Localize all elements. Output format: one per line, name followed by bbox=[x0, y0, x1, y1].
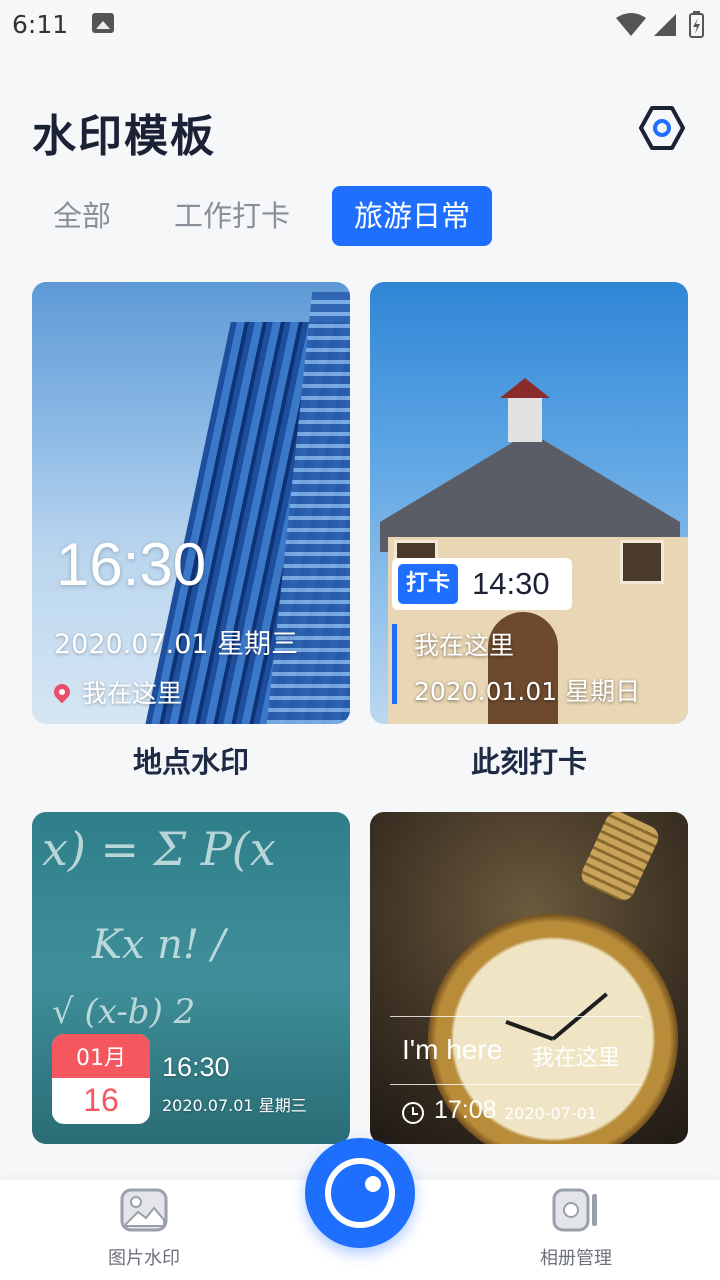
camera-button[interactable] bbox=[305, 1138, 415, 1248]
template-card-location[interactable]: 16:30 2020.07.01 星期三 我在这里 地点水印 bbox=[32, 282, 350, 784]
calendar-month: 01月 bbox=[52, 1034, 150, 1078]
template-preview-chalkboard[interactable]: x) = Σ P(x Kx n! / √ (x-b) 2 ◦◦◦◦◦ 01月 1… bbox=[32, 812, 350, 1144]
divider-line bbox=[390, 1016, 642, 1017]
template-preview-pocket-watch[interactable]: I'm here 我在这里 17:08 2020-07-01 bbox=[370, 812, 688, 1144]
settings-button[interactable] bbox=[638, 104, 686, 152]
chalk-formula: x) = Σ P(x bbox=[42, 822, 276, 876]
card-label: 此刻打卡 bbox=[470, 745, 587, 779]
checkin-location: 我在这里 bbox=[414, 631, 515, 660]
image-icon bbox=[120, 1188, 168, 1232]
watch-crown bbox=[577, 812, 663, 905]
watch-hand bbox=[505, 1020, 554, 1041]
watermark-time: 17:08 bbox=[434, 1096, 497, 1124]
template-card-checkin[interactable]: 打卡 14:30 我在这里 2020.01.01 星期日 此刻打卡 bbox=[370, 282, 688, 784]
calendar-date: 2020.07.01 星期三 bbox=[162, 1096, 307, 1115]
nav-photo-watermark[interactable]: 图片水印 bbox=[84, 1188, 204, 1270]
checkin-accent-bar bbox=[392, 624, 397, 704]
template-card-time[interactable]: I'm here 我在这里 17:08 2020-07-01 bbox=[370, 812, 688, 1144]
watermark-location: 我在这里 bbox=[50, 674, 183, 710]
clock-icon bbox=[402, 1102, 424, 1124]
template-card-calendar[interactable]: x) = Σ P(x Kx n! / √ (x-b) 2 ◦◦◦◦◦ 01月 1… bbox=[32, 812, 350, 1144]
calendar-day: 16 bbox=[83, 1082, 119, 1118]
nav-label: 相册管理 bbox=[540, 1248, 612, 1269]
watermark-date: 2020-07-01 bbox=[504, 1104, 597, 1123]
camera-lens-icon bbox=[325, 1158, 395, 1228]
nav-album-management[interactable]: 相册管理 bbox=[516, 1188, 636, 1270]
card-label: 地点水印 bbox=[132, 745, 249, 779]
category-tabs: 全部 工作打卡 旅游日常 bbox=[0, 186, 720, 246]
nav-label: 图片水印 bbox=[108, 1248, 180, 1269]
status-icons bbox=[614, 10, 708, 44]
checkin-date: 2020.01.01 星期日 bbox=[414, 677, 641, 706]
checkin-time-box: 打卡 14:30 bbox=[392, 558, 572, 610]
gallery-notification-icon bbox=[92, 13, 114, 33]
building-cupola bbox=[508, 394, 542, 442]
chalk-formula: √ (x-b) 2 bbox=[52, 992, 196, 1032]
template-preview-skyscraper[interactable]: 16:30 2020.07.01 星期三 我在这里 bbox=[32, 282, 350, 724]
watermark-date: 2020.07.01 星期三 bbox=[54, 629, 299, 660]
camera-lens-highlight bbox=[365, 1176, 381, 1192]
wifi-signal-battery-icon bbox=[616, 11, 704, 38]
watermark-chinese-text: 我在这里 bbox=[532, 1046, 621, 1071]
calendar-widget: 01月 16 bbox=[52, 1034, 150, 1124]
tab-work-checkin[interactable]: 工作打卡 bbox=[170, 186, 294, 246]
template-preview-building[interactable]: 打卡 14:30 我在这里 2020.01.01 星期日 bbox=[370, 282, 688, 724]
status-time: 6:11 bbox=[12, 10, 69, 39]
watermark-location-text: 我在这里 bbox=[82, 679, 183, 708]
watermark-time: 16:30 bbox=[56, 531, 207, 598]
chalk-formula: Kx n! / bbox=[92, 922, 226, 968]
location-pin-icon bbox=[50, 680, 74, 704]
building-cupola-roof bbox=[500, 378, 550, 398]
checkin-time: 14:30 bbox=[472, 566, 550, 601]
album-icon bbox=[552, 1188, 600, 1232]
status-bar: 6:11 bbox=[0, 0, 720, 52]
settings-hexagon-icon bbox=[639, 106, 685, 150]
tab-travel-daily[interactable]: 旅游日常 bbox=[332, 186, 492, 246]
calendar-time: 16:30 bbox=[162, 1052, 230, 1082]
watermark-english-text: I'm here bbox=[402, 1034, 503, 1065]
building-window bbox=[620, 540, 664, 584]
checkin-tag: 打卡 bbox=[398, 564, 458, 604]
building-roof bbox=[380, 432, 680, 552]
divider-line bbox=[390, 1084, 642, 1085]
page-title: 水印模板 bbox=[32, 111, 216, 162]
tab-all[interactable]: 全部 bbox=[50, 186, 114, 246]
